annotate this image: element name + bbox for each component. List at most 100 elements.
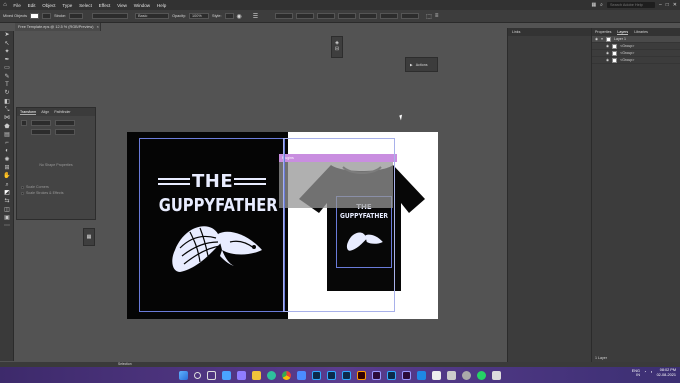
play-icon[interactable]: ▶ [410, 63, 413, 67]
menu-help[interactable]: Help [154, 3, 170, 8]
y-input[interactable] [296, 13, 315, 19]
draw-mode-icon[interactable]: ◫ [2, 207, 12, 214]
gradient-tool-icon[interactable]: ▤ [2, 132, 12, 139]
help-search-input[interactable]: Search Adobe Help [606, 2, 655, 8]
app-4-icon[interactable] [492, 370, 501, 380]
search-icon[interactable]: ⌕ [600, 2, 603, 8]
x-input[interactable] [275, 13, 294, 19]
selection-bounding-box[interactable] [139, 138, 285, 312]
fill-stroke-icon[interactable]: ◩ [2, 190, 12, 197]
transform-w-input[interactable] [55, 120, 75, 126]
chrome-icon[interactable] [282, 370, 291, 380]
wifi-icon[interactable]: ◔ [644, 370, 646, 375]
pencil-tool-icon[interactable]: ✎ [2, 74, 12, 81]
expand-chevron-icon[interactable]: ▾ [601, 37, 603, 41]
type-tool-icon[interactable]: T [2, 82, 12, 89]
layer-row[interactable]: ◉ <Group> [592, 43, 680, 50]
tab-pathfinder[interactable]: Pathfinder [54, 110, 70, 114]
transform-x-input[interactable] [31, 120, 51, 126]
visibility-eye-icon[interactable]: ◉ [606, 44, 609, 48]
stroke-weight-input[interactable] [69, 13, 84, 19]
visibility-eye-icon[interactable]: ◉ [606, 58, 609, 62]
menu-object[interactable]: Object [39, 3, 59, 8]
menu-effect[interactable]: Effect [95, 3, 113, 8]
layer-name[interactable]: Layer 1 [614, 37, 626, 41]
symbol-sprayer-tool-icon[interactable]: ✺ [2, 157, 12, 164]
visibility-eye-icon[interactable]: ◉ [595, 37, 598, 41]
width-tool-icon[interactable]: ⋈ [2, 115, 12, 122]
magic-wand-tool-icon[interactable]: ✦ [2, 49, 12, 56]
maximize-icon[interactable]: □ [666, 2, 669, 8]
store-icon[interactable] [297, 370, 306, 380]
corner-input[interactable] [401, 13, 420, 19]
transform-h-input[interactable] [55, 129, 75, 135]
whatsapp-icon[interactable] [477, 370, 486, 380]
photoshop-3-icon[interactable] [342, 370, 351, 380]
search-icon[interactable] [194, 371, 201, 379]
layer-name[interactable]: <Group> [620, 51, 634, 55]
menu-icon[interactable]: ≡ [435, 13, 439, 19]
task-view-icon[interactable] [207, 370, 216, 380]
recolor-icon[interactable]: ◉ [237, 13, 242, 20]
workspace-icon[interactable]: ▦ [591, 2, 596, 8]
menu-select[interactable]: Select [76, 3, 96, 8]
shape-builder-tool-icon[interactable]: ⬟ [2, 124, 12, 131]
volume-icon[interactable]: ◖ [650, 370, 652, 375]
adobe-app-2-icon[interactable] [387, 370, 396, 380]
variable-width-select[interactable] [92, 13, 129, 19]
width-input[interactable] [317, 13, 336, 19]
stroke-swatch[interactable] [42, 13, 52, 19]
brush-select[interactable]: Basic [135, 13, 170, 19]
pen-tool-icon[interactable]: ✒ [2, 57, 12, 64]
tab-align[interactable]: Align [41, 110, 49, 114]
swap-colors-icon[interactable]: ⇆ [2, 198, 12, 205]
screen-mode-icon[interactable]: ▣ [2, 215, 12, 222]
app-2-icon[interactable] [447, 370, 456, 380]
status-tool-label[interactable]: Selection [118, 362, 132, 366]
visibility-eye-icon[interactable]: ◉ [606, 51, 609, 55]
scale-tool-icon[interactable]: ⤡ [2, 107, 12, 114]
adobe-app-3-icon[interactable] [402, 370, 411, 380]
more-tools-icon[interactable]: ⋯ [2, 223, 12, 230]
rectangle-tool-icon[interactable]: ▭ [2, 65, 12, 72]
align-icon[interactable]: ☰ [253, 13, 258, 20]
close-icon[interactable]: ✕ [673, 2, 677, 8]
tab-libraries[interactable]: Libraries [634, 30, 648, 34]
home-icon[interactable]: ⌂ [0, 0, 10, 10]
edge-icon[interactable] [267, 370, 276, 380]
selection-bounding-box-2[interactable] [283, 138, 395, 312]
app-icon[interactable] [432, 370, 441, 380]
menu-file[interactable]: File [10, 3, 24, 8]
layer-row[interactable]: ◉ <Group> [592, 57, 680, 64]
layer-row[interactable]: ◉ <Group> [592, 50, 680, 57]
illustrator-icon[interactable] [357, 370, 366, 380]
chat-icon[interactable] [237, 370, 246, 380]
photoshop-2-icon[interactable] [327, 370, 336, 380]
zoom-tool-icon[interactable]: ⌕ [2, 182, 12, 189]
file-explorer-icon[interactable] [252, 370, 261, 380]
fill-swatch[interactable] [30, 13, 40, 19]
menu-edit[interactable]: Edit [24, 3, 39, 8]
adobe-app-icon[interactable] [372, 370, 381, 380]
rotate-tool-icon[interactable]: ↻ [2, 90, 12, 97]
document-tab[interactable]: Free Template.eps @ 12.5 % (RGB/Preview)… [15, 23, 101, 31]
opacity-input[interactable]: 100% [189, 13, 210, 19]
links-title[interactable]: Links [512, 30, 520, 34]
scale-strokes-checkbox[interactable] [21, 191, 24, 195]
shear-input[interactable] [380, 13, 399, 19]
transform-y-input[interactable] [31, 129, 51, 135]
actions-panel[interactable]: ▶ Actions [405, 57, 438, 72]
eyedropper-tool-icon[interactable]: ⌐ [2, 140, 12, 147]
tab-transform[interactable]: Transform [20, 110, 37, 115]
layer-row[interactable]: ◉ ▾ Layer 1 [592, 36, 680, 43]
rotate-input[interactable] [359, 13, 378, 19]
menu-view[interactable]: View [114, 3, 131, 8]
minimize-icon[interactable]: – [659, 2, 662, 8]
menu-window[interactable]: Window [130, 3, 153, 8]
height-input[interactable] [338, 13, 357, 19]
selection-tool-icon[interactable]: ➤ [2, 32, 12, 39]
eraser-tool-icon[interactable]: ◧ [2, 99, 12, 106]
vscode-icon[interactable] [417, 370, 426, 380]
start-icon[interactable] [179, 370, 188, 380]
scale-corners-checkbox[interactable] [21, 185, 24, 189]
